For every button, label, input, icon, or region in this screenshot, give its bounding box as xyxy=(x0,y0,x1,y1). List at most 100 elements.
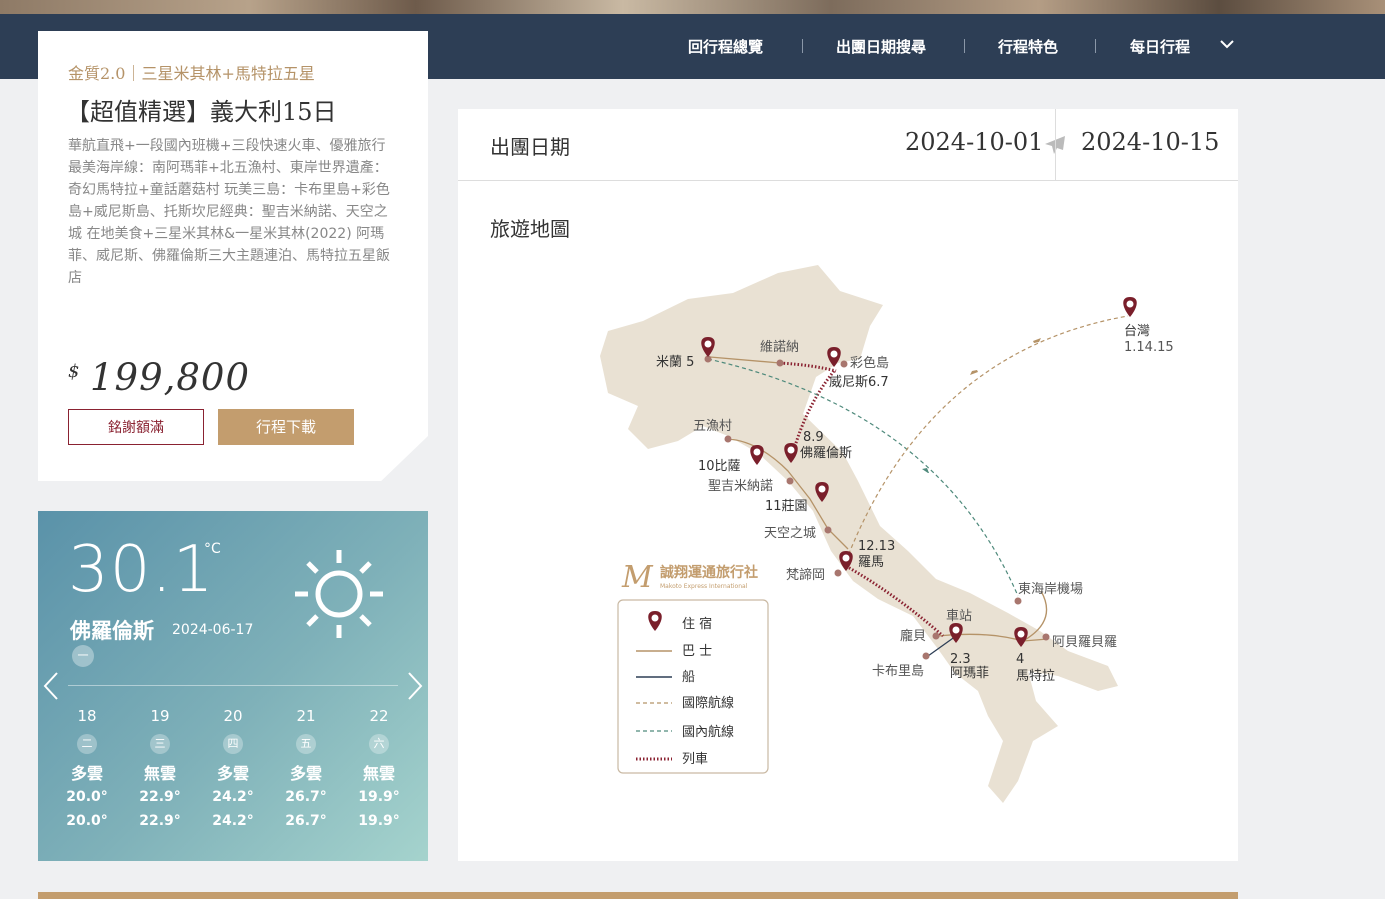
sun-icon xyxy=(295,550,383,638)
header-photo-strip xyxy=(0,0,1385,14)
forecast-weekday: 四 xyxy=(223,734,243,754)
place-label-florence-nights: 8.9 xyxy=(803,430,824,445)
nav-item-date-search[interactable]: 出團日期搜尋 xyxy=(836,36,926,57)
route-international-flight xyxy=(845,315,1129,562)
forecast-low: 19.9° xyxy=(358,813,400,829)
legend-train-label: 列車 xyxy=(682,752,708,767)
bottom-accent-bar xyxy=(38,892,1238,899)
forecast-date: 22 xyxy=(369,707,389,725)
departure-start-date: 2024-10-01 xyxy=(905,128,1044,156)
forecast-condition: 多雲 xyxy=(289,764,322,783)
forecast-high: 20.0° xyxy=(66,789,108,805)
forecast-high: 19.9° xyxy=(358,789,400,805)
company-name: 誠翔運通旅行社 xyxy=(660,564,758,581)
place-label-amalfi-nights: 2.3 xyxy=(950,652,971,667)
nav-item-features[interactable]: 行程特色 xyxy=(998,36,1058,57)
forecast-weekday: 二 xyxy=(77,734,97,754)
legend-lodging-label: 住 宿 xyxy=(682,616,712,632)
place-label-milan: 米蘭 5 xyxy=(656,354,694,370)
place-label-matera: 馬特拉 xyxy=(1016,669,1055,684)
chevron-left-icon[interactable] xyxy=(41,671,61,701)
stop-dot xyxy=(922,652,930,660)
lodging-pin-icon xyxy=(750,445,764,465)
stop-dot xyxy=(786,477,794,485)
tour-info-card: 金質2.0｜三星米其林+馬特拉五星 【超值精選】義大利15日 華航直飛+一段國內… xyxy=(38,31,428,481)
tour-description: 華航直飛+一段國內班機+三段快速火車、優雅旅行 最美海岸線：南阿瑪菲+北五漁村、… xyxy=(68,138,390,286)
place-label-florence: 佛羅倫斯 xyxy=(800,446,852,461)
tour-price: 199,800 xyxy=(90,356,251,399)
forecast-low: 24.2° xyxy=(212,813,254,829)
forecast-weekday: 六 xyxy=(369,734,389,754)
place-label-taiwan-nights: 1.14.15 xyxy=(1124,340,1174,355)
forecast-date: 20 xyxy=(223,707,243,725)
weather-divider xyxy=(68,685,398,686)
nav-item-overview[interactable]: 回行程總覽 xyxy=(688,36,763,57)
forecast-high: 22.9° xyxy=(139,789,181,805)
departure-end-date: 2024-10-15 xyxy=(1081,128,1220,156)
place-label-cinque-terre: 五漁村 xyxy=(693,419,732,434)
forecast-high: 24.2° xyxy=(212,789,254,805)
chevron-down-icon[interactable] xyxy=(1219,38,1235,50)
place-label-taiwan: 台灣 xyxy=(1124,324,1150,339)
place-label-rome-nights: 12.13 xyxy=(858,539,895,554)
stop-dot xyxy=(834,569,842,577)
date-divider xyxy=(1055,109,1056,180)
stop-dot xyxy=(1014,597,1022,605)
airplane-icon xyxy=(1033,338,1041,343)
departure-label: 出團日期 xyxy=(490,135,570,159)
legend-boat-label: 船 xyxy=(682,670,695,685)
forecast-low: 20.0° xyxy=(66,813,108,829)
chevron-right-icon[interactable] xyxy=(405,671,425,701)
forecast-day: 18 二 多雲 20.0° 20.0° xyxy=(57,706,117,833)
place-label-station: 車站 xyxy=(946,609,972,624)
forecast-low: 22.9° xyxy=(139,813,181,829)
forecast-day: 22 六 無雲 19.9° 19.9° xyxy=(349,706,409,833)
stop-dot xyxy=(824,526,832,534)
lodging-pin-icon xyxy=(1123,297,1137,317)
sold-out-button[interactable]: 銘謝額滿 xyxy=(68,409,204,445)
place-label-burano: 彩色島 xyxy=(850,355,889,371)
place-label-san-gimignano: 聖吉米納諾 xyxy=(708,478,773,494)
italy-route-map: 米蘭 5 維諾納 彩色島 威尼斯6.7 五漁村 8.9 佛羅倫斯 10比薩 聖吉… xyxy=(600,265,1174,803)
forecast-condition: 多雲 xyxy=(216,764,249,783)
forecast-weekday: 五 xyxy=(296,734,316,754)
stop-dot xyxy=(932,632,940,640)
place-label-vatican: 梵諦岡 xyxy=(786,567,825,583)
forecast-day: 20 四 多雲 24.2° 24.2° xyxy=(203,706,263,833)
legend-bus-label: 巴 士 xyxy=(682,644,712,659)
place-label-matera-nights: 4 xyxy=(1016,652,1024,667)
company-logo: M 誠翔運通旅行社 Makoto Express International xyxy=(621,560,758,595)
stop-dot xyxy=(1042,633,1050,641)
company-name-english: Makoto Express International xyxy=(660,583,748,590)
airplane-icon xyxy=(922,468,929,473)
weather-city: 佛羅倫斯 xyxy=(70,619,154,643)
place-label-rome: 羅馬 xyxy=(858,555,884,570)
forecast-date: 21 xyxy=(296,707,316,725)
forecast-low: 26.7° xyxy=(285,813,327,829)
forecast-date: 19 xyxy=(150,707,170,725)
legend-domestic-label: 國內航線 xyxy=(682,724,734,740)
place-label-venice: 威尼斯6.7 xyxy=(829,375,889,390)
airplane-icon xyxy=(970,370,978,375)
place-label-capri: 卡布里島 xyxy=(872,664,924,679)
forecast-day: 19 三 無雲 22.9° 22.9° xyxy=(130,706,190,833)
weather-weekday-badge: 一 xyxy=(72,645,94,667)
tour-subtitle: 金質2.0｜三星米其林+馬特拉五星 xyxy=(68,64,315,83)
forecast-condition: 無雲 xyxy=(143,764,176,783)
place-label-east-airport: 東海岸機場 xyxy=(1018,581,1083,597)
nav-divider xyxy=(1095,39,1096,53)
place-label-farm: 11莊園 xyxy=(765,499,808,514)
stop-dot xyxy=(724,435,732,443)
download-itinerary-button[interactable]: 行程下載 xyxy=(218,409,354,445)
currency-symbol: $ xyxy=(68,361,80,382)
weather-date: 2024-06-17 xyxy=(172,622,254,638)
place-label-pisa: 10比薩 xyxy=(698,459,741,474)
nav-item-daily[interactable]: 每日行程 xyxy=(1130,36,1190,57)
tour-title: 【超值精選】義大利15日 xyxy=(66,98,337,126)
place-label-civita: 天空之城 xyxy=(764,526,816,541)
forecast-condition: 無雲 xyxy=(362,764,395,783)
place-label-verona: 維諾納 xyxy=(760,339,799,355)
stop-dot xyxy=(840,360,848,368)
forecast-weekday: 三 xyxy=(150,734,170,754)
travel-map-panel: 旅遊地圖 米蘭 5 維諾納 彩色島 威尼斯6.7 五漁村 8.9 佛羅倫斯 10… xyxy=(458,181,1238,861)
